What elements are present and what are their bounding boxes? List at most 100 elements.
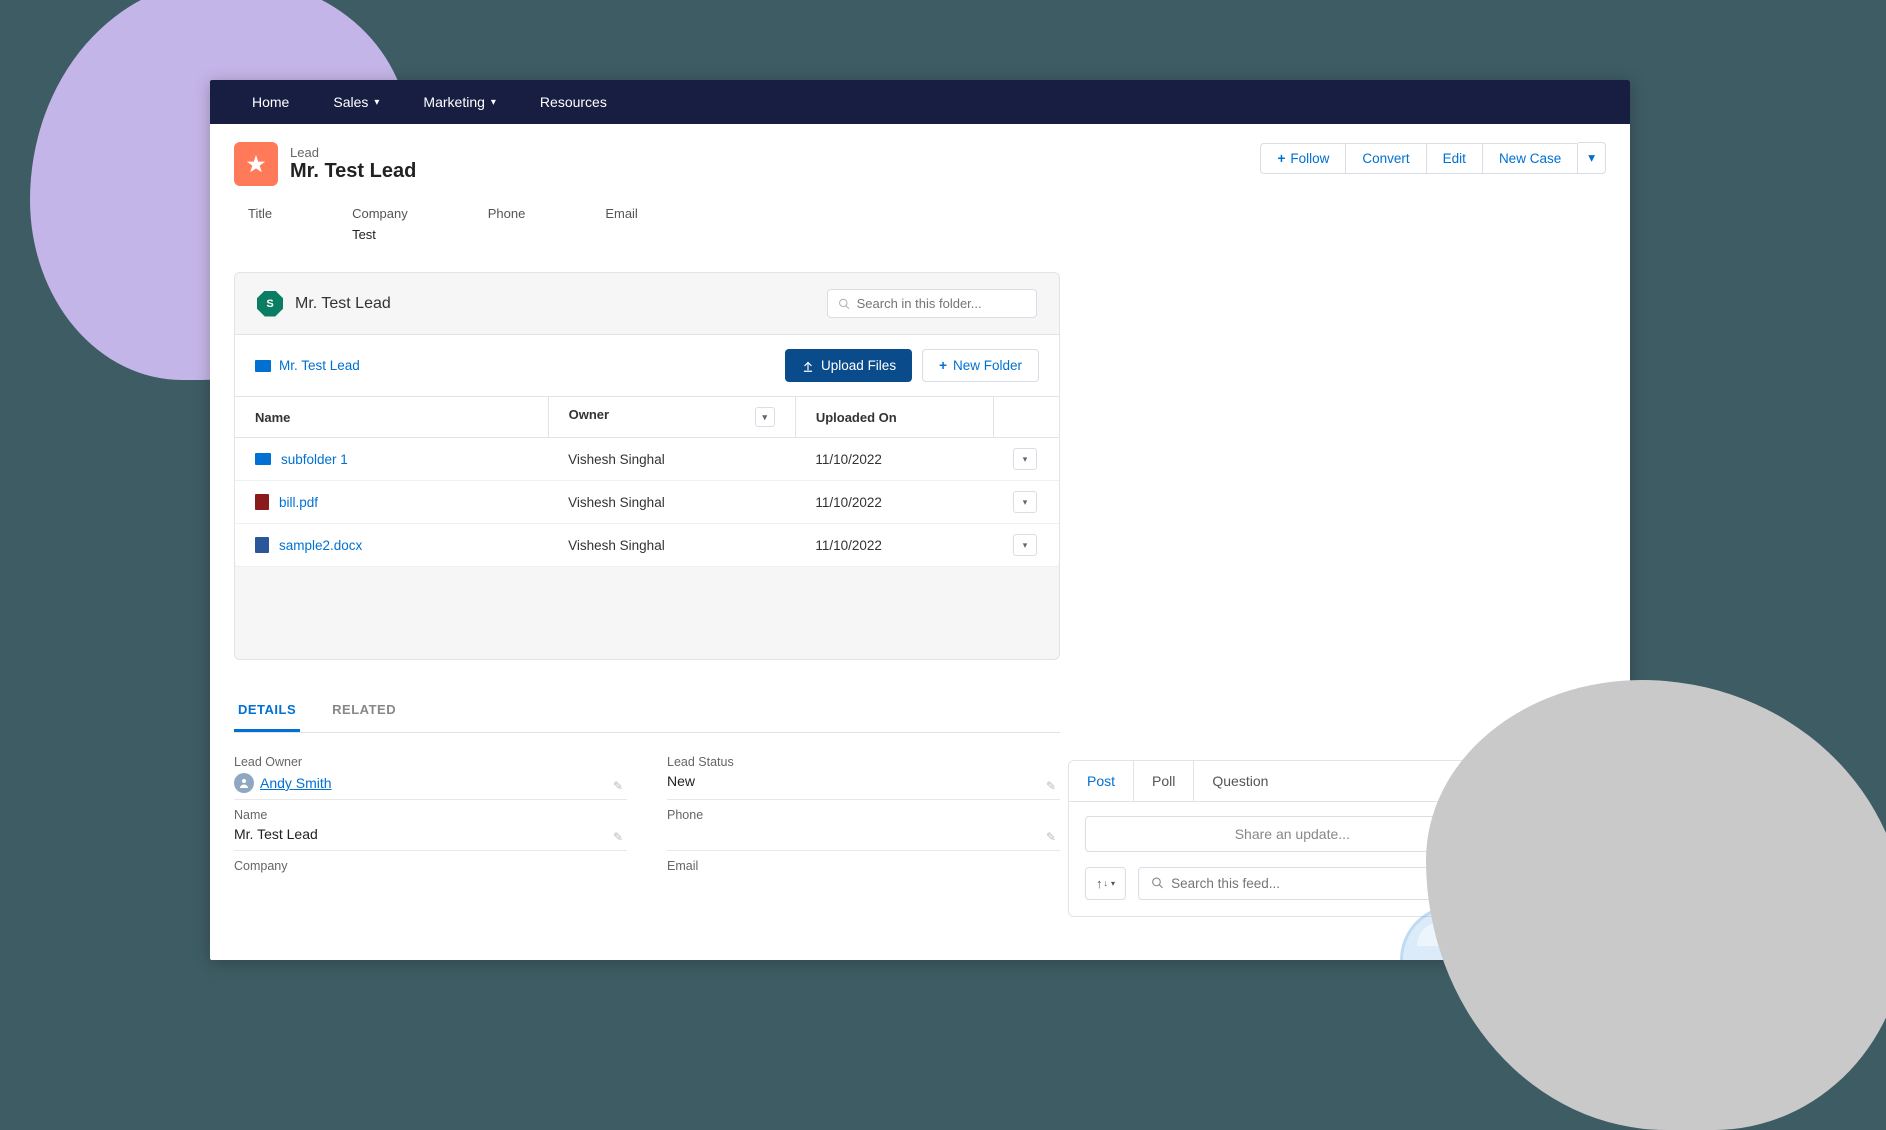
file-name-link[interactable]: sample2.docx [279, 538, 362, 553]
file-name-link[interactable]: bill.pdf [279, 495, 318, 510]
uploaded-cell: 11/10/2022 [795, 438, 993, 481]
owner-cell: Vishesh Singhal [548, 438, 795, 481]
search-icon [1151, 876, 1164, 890]
convert-label: Convert [1362, 151, 1409, 166]
nav-sales-label: Sales [333, 94, 368, 110]
upload-files-label: Upload Files [821, 358, 896, 373]
file-name-link[interactable]: subfolder 1 [281, 452, 348, 467]
field-email: Email [667, 859, 1060, 883]
record-tabs: DETAILS RELATED [234, 690, 1060, 733]
lead-owner-value[interactable]: Andy Smith [234, 773, 619, 793]
avatar-icon [234, 773, 254, 793]
phone-value [667, 826, 1052, 844]
page-title: Mr. Test Lead [290, 160, 416, 183]
convert-button[interactable]: Convert [1346, 143, 1426, 174]
phone-label: Phone [667, 808, 1052, 822]
breadcrumb[interactable]: Mr. Test Lead [255, 358, 360, 373]
folder-search-input[interactable] [857, 296, 1026, 311]
details-grid: Lead Owner Andy Smith ✎ Lead Status New … [234, 733, 1060, 883]
edit-pencil-icon[interactable]: ✎ [613, 779, 623, 793]
row-menu-button[interactable]: ▾ [1013, 491, 1037, 513]
field-lead-status: Lead Status New ✎ [667, 755, 1060, 800]
new-folder-button[interactable]: + New Folder [922, 349, 1039, 382]
owner-cell: Vishesh Singhal [548, 481, 795, 524]
upload-files-button[interactable]: Upload Files [785, 349, 912, 382]
app-window: Home Sales ▾ Marketing ▾ Resources Lead Mr… [210, 80, 1630, 960]
column-uploaded[interactable]: Uploaded On [795, 397, 993, 438]
lead-status-value: New [667, 773, 1052, 791]
name-label: Name [234, 808, 619, 822]
nav-resources[interactable]: Resources [518, 80, 629, 124]
feed-tab-poll[interactable]: Poll [1134, 761, 1194, 801]
field-name: Name Mr. Test Lead ✎ [234, 808, 627, 851]
files-panel: S Mr. Test Lead Mr. Test Lead [234, 272, 1060, 660]
header-actions: + Follow Convert Edit New Case ▾ [1260, 142, 1606, 174]
nav-sales[interactable]: Sales ▾ [311, 80, 401, 124]
table-row: sample2.docx Vishesh Singhal 11/10/2022 … [235, 524, 1059, 567]
summary-company-value: Test [352, 227, 408, 242]
follow-button[interactable]: + Follow [1260, 143, 1346, 174]
decorative-blob-gray [1426, 680, 1886, 1130]
new-case-label: New Case [1499, 151, 1561, 166]
folder-icon [255, 360, 271, 372]
folder-search[interactable] [827, 289, 1037, 318]
files-panel-title: Mr. Test Lead [295, 295, 391, 313]
field-company: Company [234, 859, 627, 883]
summary-email-label: Email [605, 206, 638, 221]
breadcrumb-label: Mr. Test Lead [279, 358, 360, 373]
chevron-down-icon: ▾ [374, 97, 379, 108]
plus-icon: + [1277, 151, 1285, 166]
lead-status-label: Lead Status [667, 755, 1052, 769]
table-row: bill.pdf Vishesh Singhal 11/10/2022 ▾ [235, 481, 1059, 524]
name-value: Mr. Test Lead [234, 826, 619, 844]
tab-related[interactable]: RELATED [328, 690, 400, 732]
field-phone: Phone ✎ [667, 808, 1060, 851]
summary-row: Title CompanyTest Phone Email [234, 198, 1606, 264]
uploaded-cell: 11/10/2022 [795, 481, 993, 524]
edit-pencil-icon[interactable]: ✎ [1046, 830, 1056, 844]
nav-marketing[interactable]: Marketing ▾ [401, 80, 518, 124]
nav-home[interactable]: Home [230, 80, 311, 124]
new-folder-label: New Folder [953, 358, 1022, 373]
owner-cell: Vishesh Singhal [548, 524, 795, 567]
sort-chevron-icon[interactable]: ▾ [755, 407, 775, 427]
company-label: Company [234, 859, 619, 873]
edit-label: Edit [1443, 151, 1466, 166]
folder-icon [255, 453, 271, 465]
more-actions-dropdown[interactable]: ▾ [1578, 142, 1606, 174]
upload-icon [801, 359, 815, 373]
nav-resources-label: Resources [540, 94, 607, 110]
column-name[interactable]: Name [235, 397, 548, 438]
uploaded-cell: 11/10/2022 [795, 524, 993, 567]
files-table: Name Owner▾ Uploaded On subfolder 1 Vish… [235, 396, 1059, 567]
search-icon [838, 297, 851, 311]
follow-label: Follow [1290, 151, 1329, 166]
entity-type-label: Lead [290, 145, 416, 160]
new-case-button[interactable]: New Case [1483, 143, 1578, 174]
edit-pencil-icon[interactable]: ✎ [1046, 779, 1056, 793]
column-owner[interactable]: Owner▾ [548, 397, 795, 438]
nav-marketing-label: Marketing [423, 94, 484, 110]
feed-tab-question[interactable]: Question [1194, 761, 1286, 801]
email-label: Email [667, 859, 1052, 873]
sort-button[interactable]: ↑↓▾ [1085, 867, 1126, 900]
edit-pencil-icon[interactable]: ✎ [613, 830, 623, 844]
lead-owner-label: Lead Owner [234, 755, 619, 769]
tab-details[interactable]: DETAILS [234, 690, 300, 732]
chevron-down-icon: ▾ [491, 97, 496, 108]
top-nav: Home Sales ▾ Marketing ▾ Resources [210, 80, 1630, 124]
caret-down-icon: ▾ [1588, 150, 1595, 166]
row-menu-button[interactable]: ▾ [1013, 534, 1037, 556]
feed-tab-post[interactable]: Post [1069, 761, 1134, 801]
nav-home-label: Home [252, 94, 289, 110]
field-lead-owner: Lead Owner Andy Smith ✎ [234, 755, 627, 800]
table-row: subfolder 1 Vishesh Singhal 11/10/2022 ▾ [235, 438, 1059, 481]
sharepoint-icon: S [257, 291, 283, 317]
row-menu-button[interactable]: ▾ [1013, 448, 1037, 470]
plus-icon: + [939, 358, 947, 373]
pdf-icon [255, 494, 269, 510]
summary-title-label: Title [248, 206, 272, 221]
summary-phone-label: Phone [488, 206, 526, 221]
edit-button[interactable]: Edit [1427, 143, 1483, 174]
lead-icon [234, 142, 278, 186]
